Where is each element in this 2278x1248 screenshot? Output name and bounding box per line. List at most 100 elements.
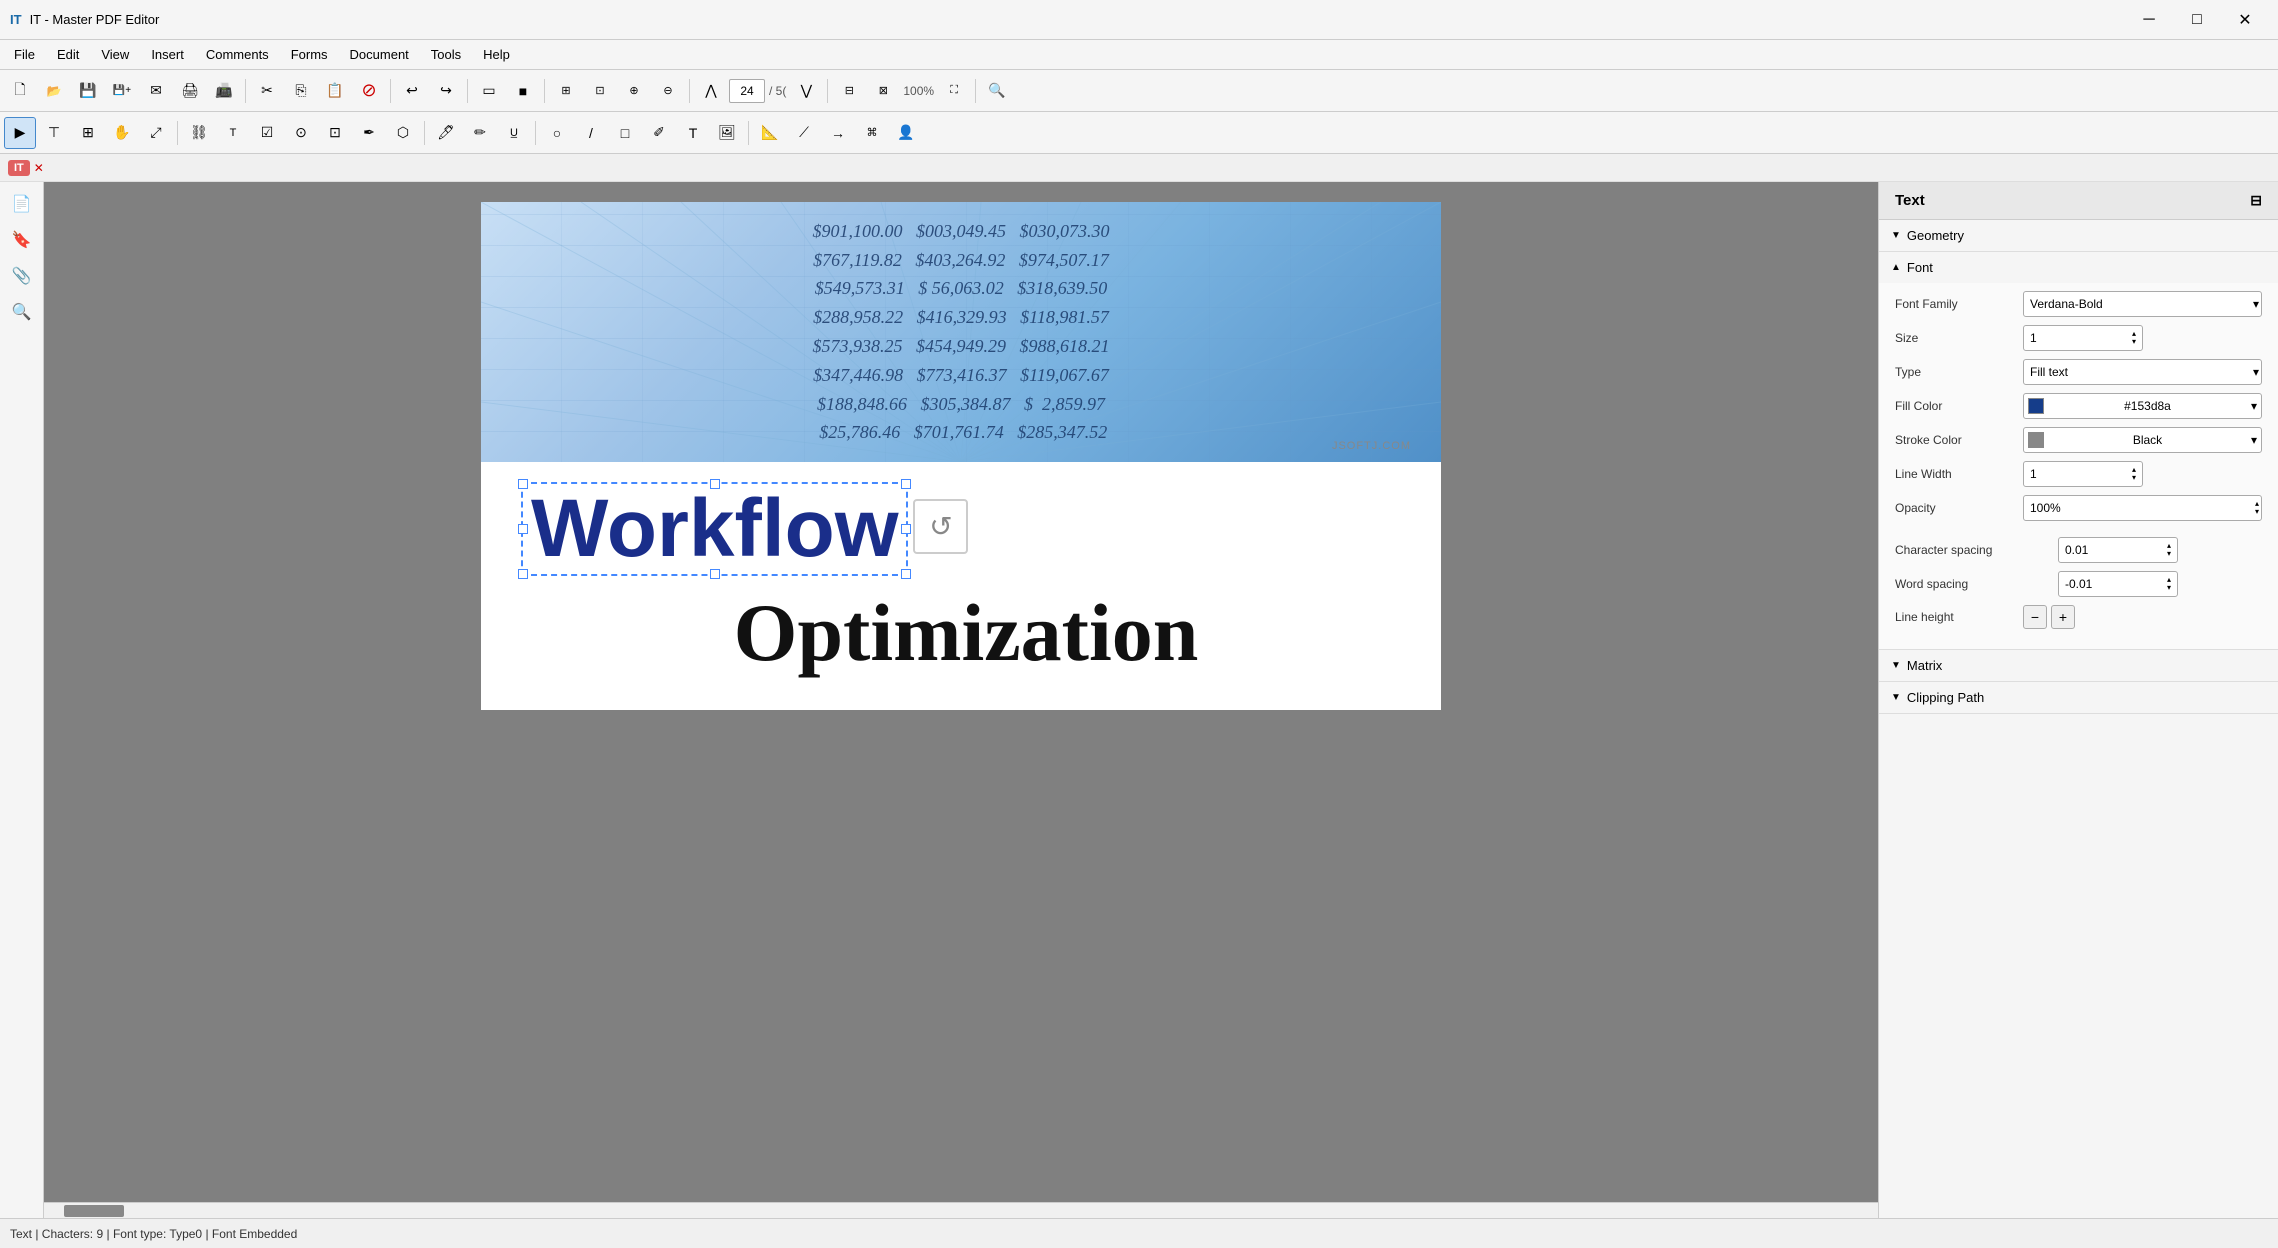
horizontal-scrollbar[interactable]	[44, 1202, 1878, 1218]
line-width-spinner[interactable]: ▴▾	[2132, 466, 2136, 482]
arrow-mark-button[interactable]: →	[822, 117, 854, 149]
clipping-path-section-header[interactable]: ▼ Clipping Path	[1879, 682, 2278, 713]
font-family-value[interactable]: Verdana-Bold ▾	[2023, 291, 2262, 317]
line-height-minus-button[interactable]: −	[2023, 605, 2047, 629]
geometry-section-header[interactable]: ▼ Geometry	[1879, 220, 2278, 251]
next-page-button[interactable]: ⋁	[790, 75, 822, 107]
highlight-button[interactable]: 🖊	[430, 117, 462, 149]
print-button[interactable]: 🖨	[174, 75, 206, 107]
opacity-spinner[interactable]: ▴▾	[2255, 500, 2259, 516]
measure-button[interactable]: 📐	[754, 117, 786, 149]
line-width-input[interactable]	[2030, 467, 2090, 481]
textbox-button[interactable]: T	[677, 117, 709, 149]
menu-help[interactable]: Help	[473, 43, 520, 66]
save-button[interactable]: 💾	[72, 75, 104, 107]
select-text-button[interactable]: ⊤	[38, 117, 70, 149]
fit-button[interactable]: ⊡	[584, 75, 616, 107]
zoom-in-button[interactable]: ⊕	[618, 75, 650, 107]
sidebar-page-icon[interactable]: 📄	[6, 188, 38, 220]
handle-bot-left[interactable]	[518, 569, 528, 579]
resize-tool-button[interactable]: ⤢	[140, 117, 172, 149]
handle-top-mid[interactable]	[710, 479, 720, 489]
cut-button[interactable]: ✂	[251, 75, 283, 107]
maximize-button[interactable]: □	[2174, 4, 2220, 36]
redo-button[interactable]: ↪	[430, 75, 462, 107]
line-button[interactable]: /	[575, 117, 607, 149]
email-button[interactable]: ✉	[140, 75, 172, 107]
handle-top-right[interactable]	[901, 479, 911, 489]
open-button[interactable]: 📂	[38, 75, 70, 107]
menu-insert[interactable]: Insert	[141, 43, 194, 66]
stamp-button[interactable]: ⬡	[387, 117, 419, 149]
stroke-color-value[interactable]: Black ▾	[2023, 427, 2262, 453]
rect-draw-button[interactable]: □	[609, 117, 641, 149]
handle-top-left[interactable]	[518, 479, 528, 489]
menu-file[interactable]: File	[4, 43, 45, 66]
rotate-icon[interactable]: ↺	[913, 499, 968, 554]
select-tool-button[interactable]: ▶	[4, 117, 36, 149]
fullscreen-button[interactable]: ⛶	[938, 75, 970, 107]
rect-button[interactable]: ▭	[473, 75, 505, 107]
undo-button[interactable]: ↩	[396, 75, 428, 107]
combo-button[interactable]: ⌘	[856, 117, 888, 149]
scan-button[interactable]: 📠	[208, 75, 240, 107]
word-spacing-input[interactable]	[2065, 577, 2135, 591]
crop-button[interactable]: ⊞	[550, 75, 582, 107]
size-value[interactable]: ▴▾	[2023, 325, 2143, 351]
fill-color-value[interactable]: #153d8a ▾	[2023, 393, 2262, 419]
matrix-section-header[interactable]: ▼ Matrix	[1879, 650, 2278, 681]
search-button[interactable]: 🔍	[981, 75, 1013, 107]
textfield-button[interactable]: T	[217, 117, 249, 149]
workflow-selected-box[interactable]: Workflow	[521, 482, 908, 576]
handle-mid-left[interactable]	[518, 524, 528, 534]
pen-button[interactable]: ✏	[464, 117, 496, 149]
size-input[interactable]	[2030, 331, 2090, 345]
checkbox-button[interactable]: ☑	[251, 117, 283, 149]
hscroll-thumb[interactable]	[64, 1205, 124, 1217]
handle-bot-right[interactable]	[901, 569, 911, 579]
zoom-fit2-button[interactable]: ⊟	[833, 75, 865, 107]
new-button[interactable]: 🗋	[4, 75, 36, 107]
sidebar-search-icon[interactable]: 🔍	[6, 296, 38, 328]
prev-page-button[interactable]: ⋀	[695, 75, 727, 107]
type-value[interactable]: Fill text ▾	[2023, 359, 2262, 385]
copy-button[interactable]: ⎘	[285, 75, 317, 107]
link-button[interactable]: ⛓	[183, 117, 215, 149]
font-section-header[interactable]: ▲ Font	[1879, 252, 2278, 283]
sidebar-attachment-icon[interactable]: 📎	[6, 260, 38, 292]
handle-bot-mid[interactable]	[710, 569, 720, 579]
underline-button[interactable]: U̲	[498, 117, 530, 149]
menu-document[interactable]: Document	[340, 43, 419, 66]
page-number-input[interactable]	[729, 79, 765, 103]
line-height-plus-button[interactable]: +	[2051, 605, 2075, 629]
user-button[interactable]: 👤	[890, 117, 922, 149]
image-button[interactable]: 🖼	[711, 117, 743, 149]
line-width-value[interactable]: ▴▾	[2023, 461, 2143, 487]
handle-mid-right[interactable]	[901, 524, 911, 534]
opacity-value[interactable]: 100% ▴▾	[2023, 495, 2262, 521]
line-mark-button[interactable]: ⟋	[788, 117, 820, 149]
minimize-button[interactable]: ─	[2126, 4, 2172, 36]
menu-view[interactable]: View	[91, 43, 139, 66]
group-button[interactable]: ⊞	[72, 117, 104, 149]
signature-button[interactable]: ✒	[353, 117, 385, 149]
menu-tools[interactable]: Tools	[421, 43, 471, 66]
menu-comments[interactable]: Comments	[196, 43, 279, 66]
button-tool-button[interactable]: ⊡	[319, 117, 351, 149]
word-spacing-value[interactable]: ▴▾	[2058, 571, 2178, 597]
char-spacing-spinner[interactable]: ▴▾	[2167, 542, 2171, 558]
zoom-out-button[interactable]: ⊖	[652, 75, 684, 107]
sidebar-bookmark-icon[interactable]: 🔖	[6, 224, 38, 256]
save-as-button[interactable]: 💾+	[106, 75, 138, 107]
delete-button[interactable]: ⊘	[353, 75, 385, 107]
close-button[interactable]: ✕	[2222, 4, 2268, 36]
canvas-scroll[interactable]: $901,100.00 $003,049.45 $030,073.30 $767…	[44, 182, 1878, 1218]
word-spacing-spinner[interactable]: ▴▾	[2167, 576, 2171, 592]
menu-forms[interactable]: Forms	[281, 43, 338, 66]
fill-button[interactable]: ■	[507, 75, 539, 107]
hand-tool-button[interactable]: ✋	[106, 117, 138, 149]
paste-button[interactable]: 📋	[319, 75, 351, 107]
char-spacing-input[interactable]	[2065, 543, 2135, 557]
radio-button[interactable]: ⊙	[285, 117, 317, 149]
ellipse-button[interactable]: ○	[541, 117, 573, 149]
